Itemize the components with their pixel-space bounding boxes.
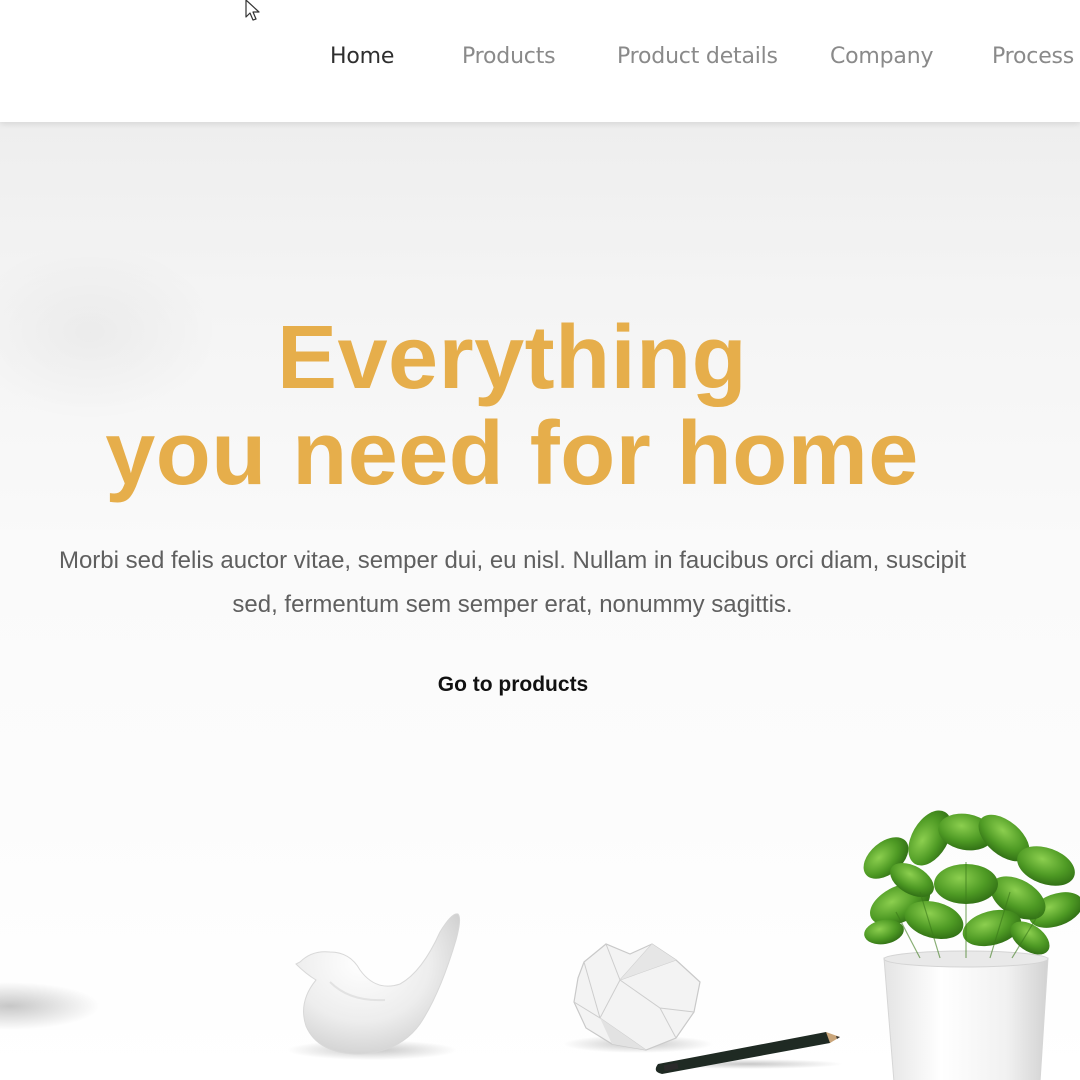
page: Home Products Product details Company Pr… <box>0 0 1080 1080</box>
hero-illustration <box>0 810 1080 1080</box>
nav-item-products[interactable]: Products <box>462 44 556 69</box>
hero-headline: Everything you need for home <box>0 310 1024 502</box>
nav-item-process[interactable]: Process <box>992 44 1074 69</box>
bird-figurine <box>287 913 461 1060</box>
headline-line-2: you need for home <box>105 404 919 504</box>
headline-line-1: Everything <box>276 308 748 408</box>
description-line-2: sed, fermentum sem semper erat, nonummy … <box>232 591 793 618</box>
nav-item-company[interactable]: Company <box>830 44 933 69</box>
description-line-1: Morbi sed felis auctor vitae, semper dui… <box>58 547 967 574</box>
top-navigation: Home Products Product details Company Pr… <box>0 0 1080 122</box>
hero-description: Morbi sed felis auctor vitae, semper dui… <box>20 539 1005 627</box>
potted-plant <box>863 810 1080 1080</box>
hero-section: Everything you need for home Morbi sed f… <box>0 122 1080 1080</box>
mouse-pointer-icon <box>245 0 260 21</box>
nav-item-home[interactable]: Home <box>330 44 394 69</box>
nav-item-product-details[interactable]: Product details <box>617 44 778 69</box>
crumpled-paper <box>563 943 713 1053</box>
left-shadow <box>0 982 100 1030</box>
